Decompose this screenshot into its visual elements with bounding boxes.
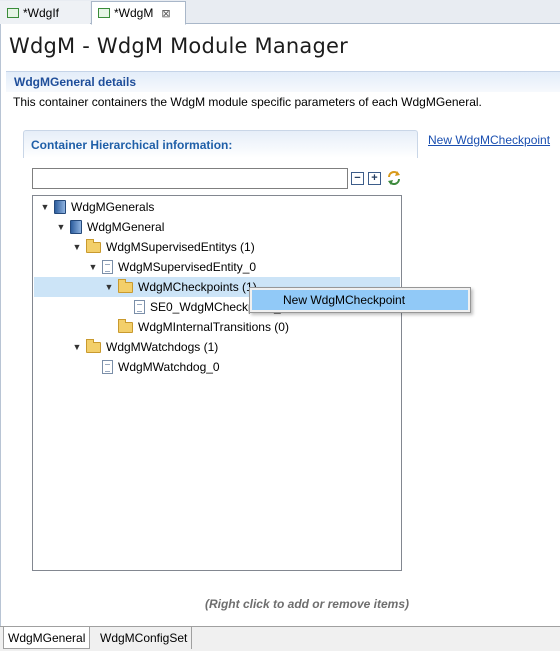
document-icon (134, 300, 145, 314)
expand-chevron-icon[interactable]: ▼ (71, 242, 83, 252)
tree-item-label: WdgMSupervisedEntitys (1) (106, 240, 255, 254)
tree-item[interactable]: ▼ WdgMSupervisedEntity_0 (87, 257, 256, 277)
bottom-tab-bar: WdgMGeneral WdgMConfigSet (0, 626, 560, 651)
section-header: WdgMGeneral details (6, 71, 560, 92)
folder-icon (118, 318, 133, 333)
hierarchy-group-header: Container Hierarchical information: (23, 130, 418, 158)
section-title: WdgMGeneral details (14, 75, 137, 89)
editor-border (0, 24, 1, 626)
editor-tab-label: *WdgM (114, 6, 154, 20)
expand-chevron-icon[interactable]: ▼ (71, 342, 83, 352)
editor-tab-wdgif[interactable]: *WdgIf (0, 1, 90, 24)
editor-file-icon (98, 8, 110, 18)
tree-item-label: WdgMGenerals (71, 200, 155, 214)
new-checkpoint-link[interactable]: New WdgMCheckpoint (428, 133, 550, 147)
tree-item[interactable]: ▼ WdgMGenerals (39, 197, 154, 217)
tree-item[interactable]: ▼ WdgMWatchdogs (1) (71, 337, 218, 357)
close-icon[interactable]: ⊠ (161, 7, 170, 20)
page-title: WdgM - WdgM Module Manager (9, 34, 348, 58)
expand-chevron-icon[interactable]: ▼ (55, 222, 67, 232)
editor-tab-wdgm[interactable]: *WdgM ⊠ (91, 1, 186, 25)
expand-all-button[interactable]: + (368, 172, 381, 185)
tab-wdgmgeneral[interactable]: WdgMGeneral (3, 627, 91, 649)
tree-item-label: WdgMSupervisedEntity_0 (118, 260, 257, 274)
expand-chevron-icon[interactable]: ▼ (39, 202, 51, 212)
expand-chevron-icon[interactable]: ▼ (87, 262, 99, 272)
tree-item-label: WdgMCheckpoints (1) (138, 280, 257, 294)
context-menu-new-checkpoint[interactable]: New WdgMCheckpoint (252, 290, 468, 310)
hierarchy-tree[interactable]: ▼ WdgMGenerals ▼ WdgMGeneral ▼ WdgMSuper… (32, 195, 402, 571)
editor-file-icon (7, 8, 19, 18)
tree-item-label: WdgMGeneral (87, 220, 165, 234)
collapse-all-button[interactable]: − (351, 172, 364, 185)
editor-tab-label: *WdgIf (23, 6, 60, 20)
module-icon (54, 200, 66, 214)
sync-icon[interactable] (386, 170, 402, 186)
context-menu: New WdgMCheckpoint (249, 287, 471, 313)
group-title: Container Hierarchical information: (31, 138, 233, 152)
expand-chevron-icon[interactable]: ▼ (103, 282, 115, 292)
module-icon (70, 220, 82, 234)
tab-wdgmconfigset[interactable]: WdgMConfigSet (96, 627, 193, 649)
filter-input[interactable] (32, 168, 348, 189)
tree-item-label: WdgMInternalTransitions (0) (138, 320, 289, 334)
folder-icon (86, 238, 101, 253)
tree-item-label: WdgMWatchdog_0 (118, 360, 220, 374)
tree-item[interactable]: ▼ WdgMGeneral (55, 217, 164, 237)
editor-tab-strip: *WdgIf *WdgM ⊠ (0, 0, 560, 25)
document-icon (102, 260, 113, 274)
tree-item[interactable]: ▼ WdgMSupervisedEntitys (1) (71, 237, 255, 257)
hint-text: (Right click to add or remove items) (204, 597, 410, 611)
tree-item[interactable]: WdgMWatchdog_0 (102, 357, 220, 377)
tree-item-label: WdgMWatchdogs (1) (106, 340, 219, 354)
folder-icon (118, 278, 133, 293)
section-description: This container containers the WdgM modul… (13, 95, 482, 109)
tree-item[interactable]: WdgMInternalTransitions (0) (118, 317, 289, 337)
folder-icon (86, 338, 101, 353)
document-icon (102, 360, 113, 374)
